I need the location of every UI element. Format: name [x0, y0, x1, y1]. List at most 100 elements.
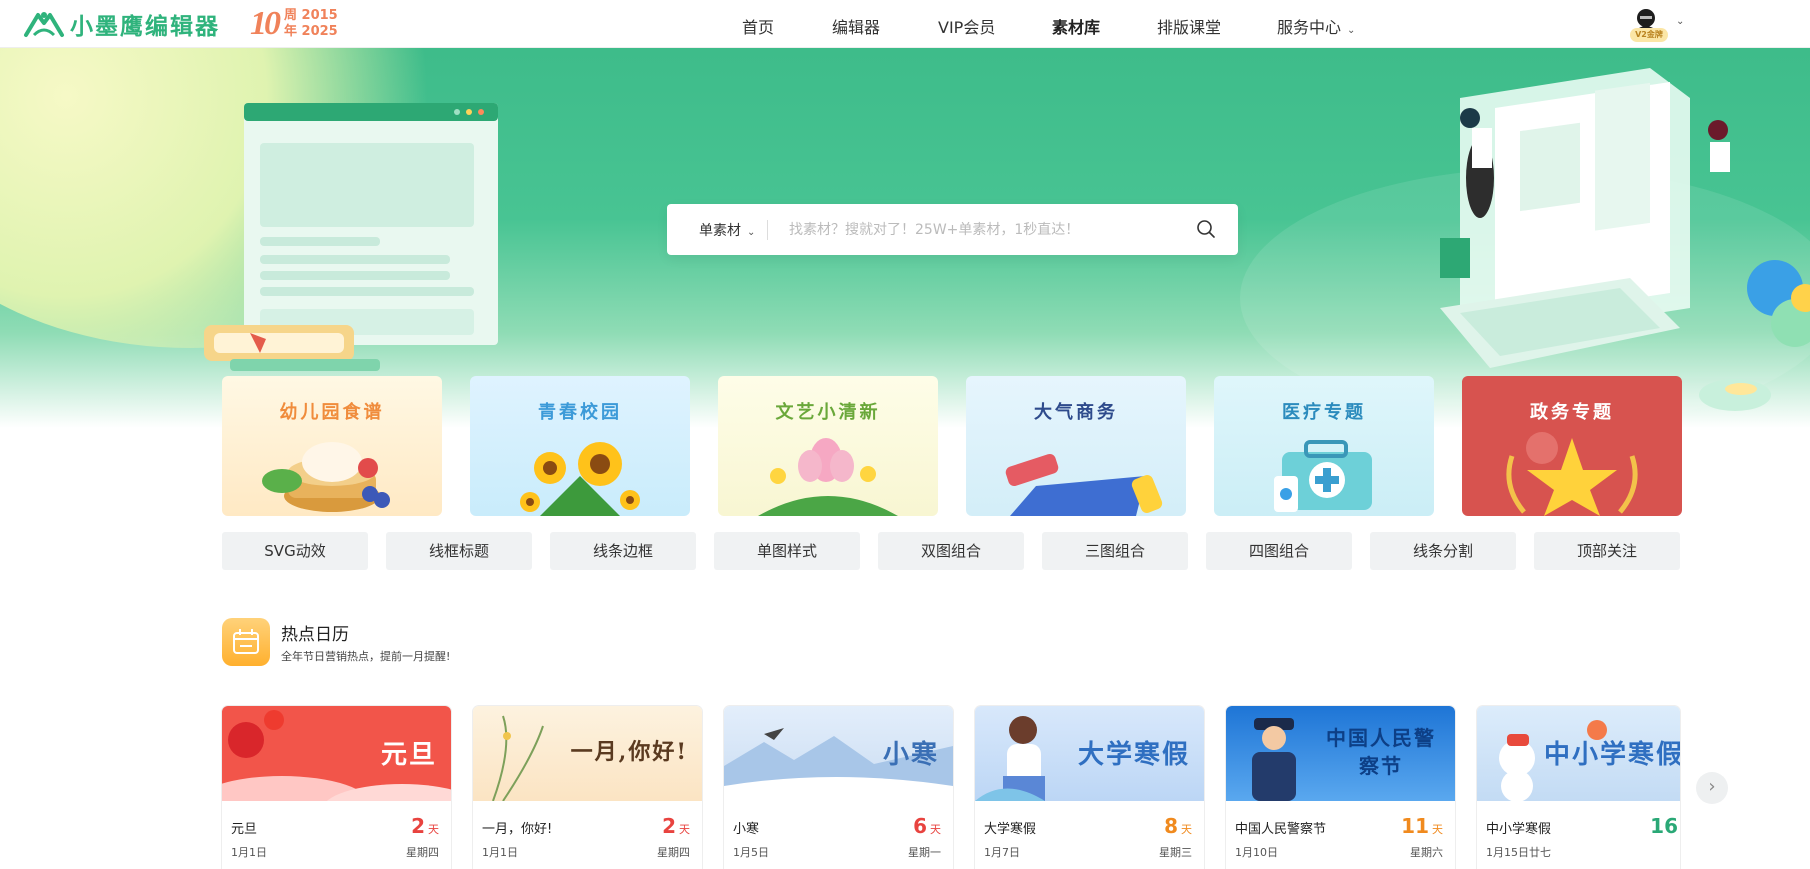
event-weekday: 星期六: [1410, 846, 1443, 859]
event-card[interactable]: 中小学寒假 中小学寒假 1月15日廿七 16: [1477, 706, 1680, 869]
calendar-next-button[interactable]: ›: [1696, 772, 1728, 804]
dumpling-basket-illustration: [262, 442, 390, 512]
event-card[interactable]: 元旦 元旦 1月1日 2天 星期四: [222, 706, 451, 869]
days-unit: 天: [1432, 823, 1443, 836]
search-type-label: 单素材: [699, 223, 741, 239]
days-number: 2: [662, 814, 676, 838]
nav-course[interactable]: 排版课堂: [1157, 14, 1221, 38]
topic-title: 政务专题: [1530, 402, 1614, 423]
days-number: 11: [1401, 814, 1429, 838]
anniversary-line-1: 周 2015: [284, 8, 338, 23]
brand-name: 小墨鹰编辑器: [70, 14, 220, 40]
topic-title: 大气商务: [1034, 402, 1118, 423]
vip-level-badge: V2金牌: [1630, 28, 1668, 42]
search-icon[interactable]: [1195, 218, 1217, 240]
hot-calendar-title: 热点日历: [281, 625, 349, 645]
chevron-right-icon: ›: [1708, 776, 1716, 797]
event-date: 1月5日: [733, 846, 769, 859]
event-card[interactable]: 一月,你好! 一月，你好! 1月1日 2天 星期四: [473, 706, 702, 869]
calendar-icon: [222, 618, 270, 666]
hot-calendar-subtitle: 全年节日营销热点，提前一月提醒!: [281, 650, 451, 663]
event-card[interactable]: 中国人民警察节 中国人民警察节 1月10日 11 天 星期六: [1226, 706, 1455, 869]
anniversary-number: 10: [250, 5, 281, 42]
event-countdown: 2天: [662, 814, 690, 838]
days-number: 6: [913, 814, 927, 838]
leaf-decoration: [1699, 379, 1771, 411]
event-cover-title: 中国人民警察节: [1326, 726, 1436, 778]
event-cover-title: 大学寒假: [1077, 740, 1190, 770]
event-card[interactable]: 大学寒假 大学寒假 1月7日 8天 星期三: [975, 706, 1204, 869]
search-divider: [767, 220, 768, 240]
sunflower-illustration: [520, 442, 640, 516]
event-cover-image: 中小学寒假: [1477, 706, 1680, 801]
event-countdown: 8天: [1164, 814, 1192, 838]
lotus-flower-illustration: [758, 438, 898, 516]
topic-card-kindergarten[interactable]: 幼儿园食谱: [222, 376, 442, 516]
event-cover-title: 中小学寒假: [1543, 740, 1680, 770]
topic-title: 文艺小清新: [775, 402, 881, 423]
topic-card-government[interactable]: 政务专题: [1462, 376, 1682, 516]
topic-card-medical[interactable]: 医疗专题: [1214, 376, 1434, 516]
event-name: 元旦: [231, 822, 258, 837]
event-countdown: 6天: [913, 814, 941, 838]
days-number: 2: [411, 814, 425, 838]
days-unit: 天: [428, 823, 439, 836]
topic-title: 幼儿园食谱: [279, 402, 385, 423]
browser-window-illustration: [204, 103, 498, 371]
user-avatar[interactable]: V2金牌: [1622, 4, 1670, 44]
nav-home[interactable]: 首页: [742, 14, 774, 38]
event-cover-title: 元旦: [380, 740, 437, 770]
topic-card-business[interactable]: 大气商务: [966, 376, 1186, 516]
chip-svg-effects[interactable]: SVG动效: [222, 532, 368, 570]
days-unit: 天: [930, 823, 941, 836]
event-date: 1月1日: [482, 846, 518, 859]
event-card[interactable]: 小寒 小寒 1月5日 6天 星期一: [724, 706, 953, 869]
nav-editor[interactable]: 编辑器: [832, 14, 880, 38]
event-cover-title: 小寒: [882, 740, 939, 770]
days-number: 8: [1164, 814, 1178, 838]
nav-materials[interactable]: 素材库: [1052, 14, 1100, 38]
event-weekday: 星期三: [1159, 846, 1192, 859]
chip-top-follow[interactable]: 顶部关注: [1534, 532, 1680, 570]
event-weekday: 星期四: [406, 846, 439, 859]
days-unit: 天: [1181, 823, 1192, 836]
event-cover-image: 元旦: [222, 706, 451, 801]
chevron-down-icon: ⌄: [747, 227, 756, 238]
search-type-dropdown[interactable]: 单素材 ⌄: [699, 220, 755, 240]
chip-quad-image[interactable]: 四图组合: [1206, 532, 1352, 570]
eagle-logo-icon: [22, 9, 66, 39]
topic-title: 医疗专题: [1282, 402, 1366, 423]
event-weekday: 星期一: [908, 846, 941, 859]
event-cover-image: 一月,你好!: [473, 706, 702, 801]
brand-logo[interactable]: 小墨鹰编辑器: [22, 8, 220, 40]
workspace-illustration: [1440, 68, 1810, 368]
event-name: 一月，你好!: [482, 822, 553, 837]
days-number: 16: [1650, 814, 1678, 838]
chip-triple-image[interactable]: 三图组合: [1042, 532, 1188, 570]
event-countdown: 16: [1650, 814, 1678, 838]
topic-card-literary[interactable]: 文艺小清新: [718, 376, 938, 516]
star-emblem-illustration: [1506, 432, 1638, 516]
event-date: 1月15日廿七: [1486, 846, 1551, 859]
event-name: 小寒: [733, 822, 760, 837]
event-cover-title: 一月,你好!: [570, 739, 688, 765]
user-menu-chevron-icon[interactable]: ⌄: [1676, 16, 1684, 27]
event-date: 1月7日: [984, 846, 1020, 859]
folder-illustration: [1005, 454, 1163, 516]
event-name: 中小学寒假: [1486, 822, 1552, 837]
event-name: 中国人民警察节: [1235, 822, 1327, 837]
topic-title: 青春校园: [538, 402, 622, 423]
chip-line-divider[interactable]: 线条分割: [1370, 532, 1516, 570]
event-cover-image: 中国人民警察节: [1226, 706, 1455, 801]
anniversary-badge: 10 周 2015 年 2025: [250, 4, 338, 44]
first-aid-kit-illustration: [1274, 440, 1372, 512]
chip-line-border[interactable]: 线条边框: [550, 532, 696, 570]
chip-frame-title[interactable]: 线框标题: [386, 532, 532, 570]
nav-service-center[interactable]: 服务中心 ⌄: [1277, 14, 1355, 38]
search-input[interactable]: [789, 216, 1189, 244]
chip-double-image[interactable]: 双图组合: [878, 532, 1024, 570]
topic-card-campus[interactable]: 青春校园: [470, 376, 690, 516]
nav-vip[interactable]: VIP会员: [938, 14, 995, 38]
event-cover-image: 小寒: [724, 706, 953, 801]
chip-single-image[interactable]: 单图样式: [714, 532, 860, 570]
